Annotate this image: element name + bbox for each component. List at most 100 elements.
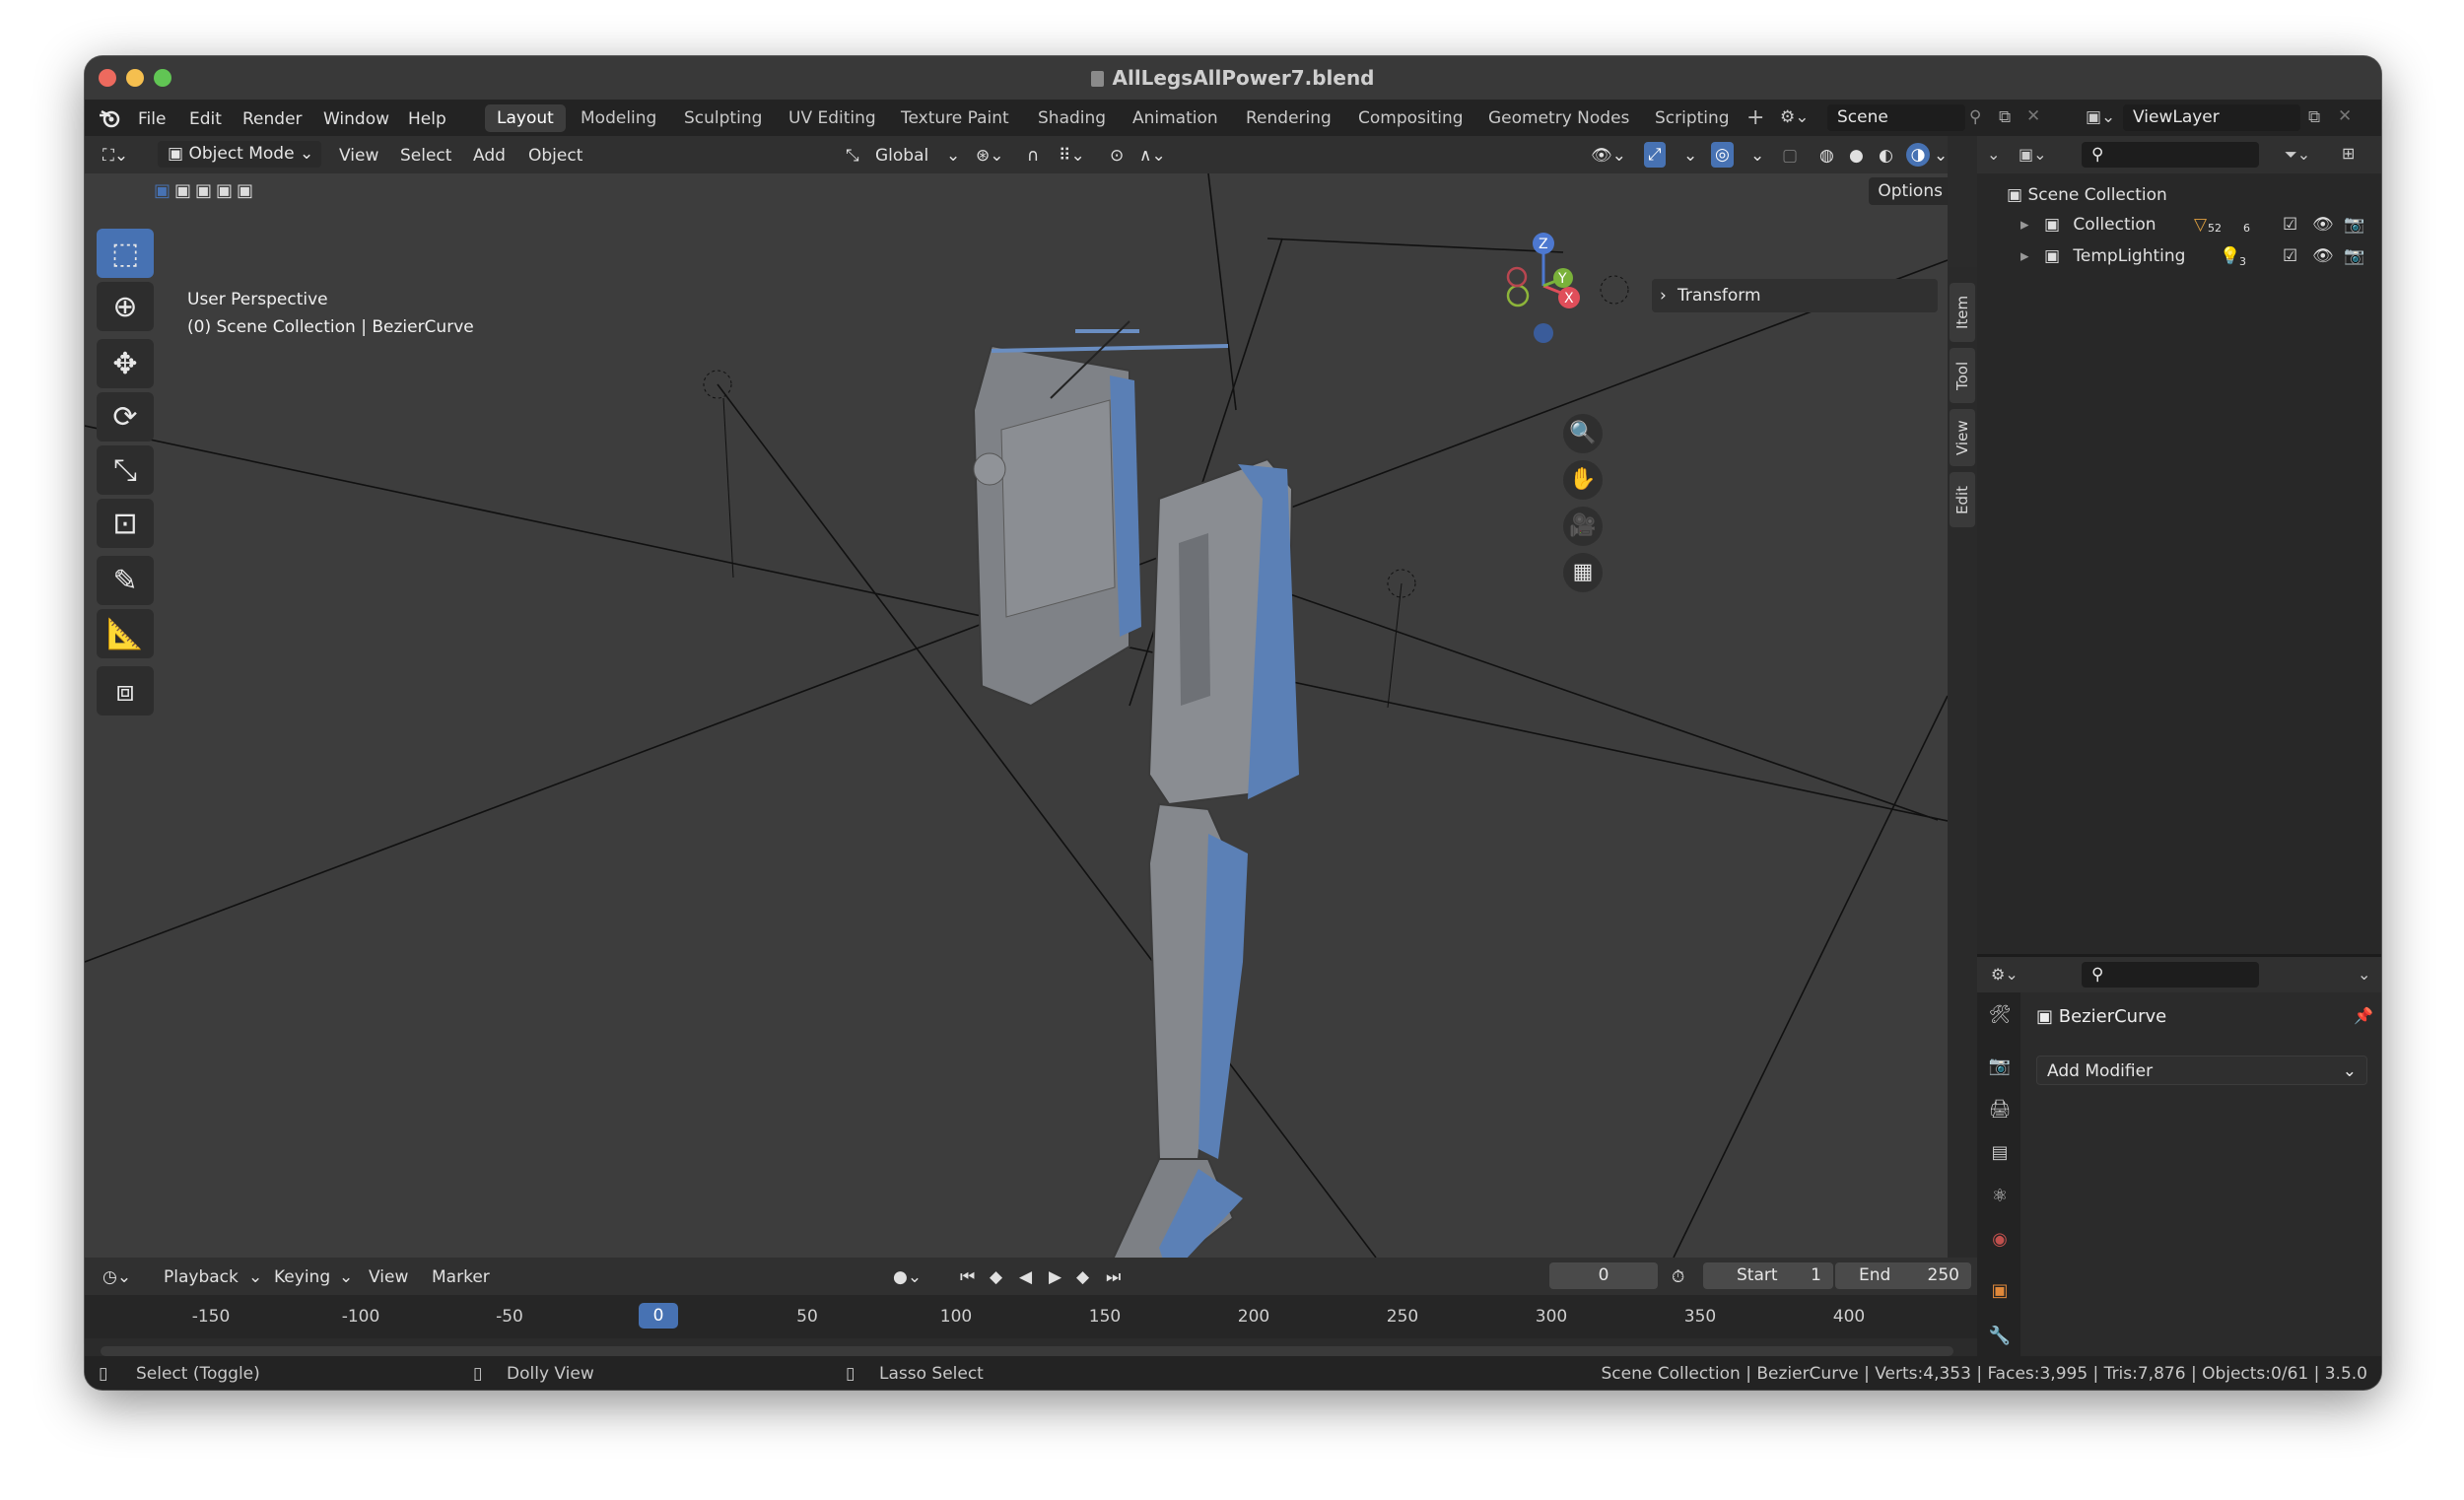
mode-dropdown[interactable]: ▣ Object Mode ⌄ — [158, 141, 321, 168]
snap-grid-icon[interactable]: ⠿⌄ — [1059, 146, 1085, 166]
view-layer-props-icon[interactable]: ▤ — [1987, 1140, 2013, 1166]
tab-item[interactable]: Item — [1950, 283, 1975, 342]
scale-tool[interactable]: ⤡ — [97, 445, 154, 495]
camera-icon[interactable]: 📷 — [2344, 240, 2364, 272]
menu-playback[interactable]: Playback — [164, 1267, 239, 1287]
viewlayer-icon[interactable]: ▣⌄ — [2086, 107, 2115, 127]
transform-panel-header[interactable]: › Transform — [1652, 279, 1938, 312]
transform-tool[interactable]: ⊡ — [97, 499, 154, 548]
add-cube-tool[interactable]: ⧈ — [97, 666, 154, 716]
menu-edit[interactable]: Edit — [189, 109, 222, 129]
camera-icon[interactable]: 📷 — [2344, 209, 2364, 240]
tab-compositing[interactable]: Compositing — [1346, 104, 1475, 132]
play-icon[interactable]: ▶ — [1049, 1267, 1061, 1287]
snap-icon[interactable]: ∩ — [1027, 146, 1039, 166]
render-props-icon[interactable]: 📷 — [1987, 1054, 2013, 1079]
tab-texture-paint[interactable]: Texture Paint — [889, 104, 1021, 132]
properties-search-input[interactable]: ⚲ — [2082, 962, 2259, 988]
tab-geometry-nodes[interactable]: Geometry Nodes — [1476, 104, 1641, 132]
object-props-icon[interactable]: ▣ — [1987, 1278, 2013, 1304]
overlay-toggle-icon[interactable]: ◎ — [1711, 142, 1734, 168]
timeline-ruler[interactable]: -150 -100 -50 0 50 100 150 200 250 300 3… — [85, 1295, 1977, 1338]
chevron-down-icon[interactable]: ⌄ — [339, 1267, 353, 1287]
clock-editor-icon[interactable]: ◷⌄ — [103, 1267, 131, 1287]
menu-add[interactable]: Add — [473, 146, 506, 166]
outliner-item-collection[interactable]: ▸ ▣ Collection ▽ 52 6 ☑ 👁 📷 — [1977, 209, 2381, 240]
playhead[interactable]: 0 — [639, 1303, 678, 1329]
chevron-down-icon[interactable]: ⌄ — [1934, 146, 1948, 166]
scene-field[interactable]: Scene — [1827, 104, 1965, 131]
falloff-icon[interactable]: ∧⌄ — [1139, 146, 1166, 166]
add-workspace-icon[interactable]: + — [1746, 105, 1764, 130]
cursor-tool[interactable]: ⊕ — [97, 282, 154, 331]
display-mode-icon[interactable]: ▣⌄ — [2019, 145, 2047, 164]
scene-props-icon[interactable]: ⚛ — [1987, 1184, 2013, 1209]
tab-scripting[interactable]: Scripting — [1643, 104, 1742, 132]
move-tool[interactable]: ✥ — [97, 339, 154, 388]
pan-hand-icon[interactable]: ✋ — [1563, 460, 1603, 500]
jump-start-icon[interactable]: ⏮ — [960, 1267, 975, 1287]
new-viewlayer-icon[interactable]: ⧉ — [2308, 107, 2320, 127]
next-keyframe-icon[interactable]: ◆ — [1076, 1267, 1089, 1287]
select-box-tool[interactable]: ⬚ — [97, 229, 154, 278]
chevron-down-icon[interactable]: ⌄ — [1683, 146, 1697, 166]
menu-select[interactable]: Select — [400, 146, 451, 166]
end-frame-field[interactable]: End 250 — [1835, 1262, 1971, 1289]
delete-viewlayer-icon[interactable]: ✕ — [2338, 106, 2352, 126]
world-props-icon[interactable]: ◉ — [1987, 1227, 2013, 1253]
stopwatch-icon[interactable]: ⏱ — [1672, 1267, 1684, 1287]
menu-keying[interactable]: Keying — [274, 1267, 330, 1287]
delete-scene-icon[interactable]: ✕ — [2026, 106, 2040, 126]
camera-view-icon[interactable]: 🎥 — [1563, 507, 1603, 546]
gizmo-toggle-icon[interactable]: ⤢ — [1644, 142, 1666, 168]
minimize-window-button[interactable] — [126, 69, 144, 87]
current-frame-field[interactable]: 0 — [1549, 1262, 1658, 1289]
filter-icon[interactable]: ⏷⌄ — [2285, 145, 2310, 165]
editor-type-icon[interactable]: ⛶⌄ — [103, 146, 128, 166]
timeline-scrollbar[interactable] — [101, 1346, 1953, 1356]
chevron-down-icon[interactable]: ⌄ — [2358, 965, 2370, 984]
new-collection-icon[interactable]: ⊞ — [2342, 144, 2355, 163]
visibility-icon[interactable]: 👁⌄ — [1591, 146, 1626, 166]
add-modifier-dropdown[interactable]: Add Modifier ⌄ — [2036, 1056, 2367, 1085]
menu-window[interactable]: Window — [323, 109, 389, 129]
tab-edit[interactable]: Edit — [1950, 472, 1975, 527]
pivot-icon[interactable]: ⊛⌄ — [976, 146, 1004, 166]
3d-viewport[interactable]: ▣▣▣▣▣ Options ⌄ — [85, 173, 1948, 1258]
ortho-grid-icon[interactable]: ▦ — [1563, 553, 1603, 592]
material-shading-icon[interactable]: ◐ — [1879, 146, 1893, 166]
jump-end-icon[interactable]: ⏭ — [1106, 1267, 1121, 1287]
tab-layout[interactable]: Layout — [485, 104, 566, 132]
tab-tool[interactable]: Tool — [1950, 348, 1975, 403]
tab-rendering[interactable]: Rendering — [1234, 104, 1343, 132]
rendered-shading-icon[interactable]: ◑ — [1906, 143, 1930, 167]
transform-orientation-icon[interactable]: ⤡ — [846, 146, 859, 166]
eye-icon[interactable]: 👁 — [2312, 240, 2334, 272]
tab-uv-editing[interactable]: UV Editing — [777, 104, 888, 132]
pin-icon[interactable]: 📌 — [2354, 1006, 2373, 1025]
measure-tool[interactable]: 📐 — [97, 609, 154, 658]
tab-shading[interactable]: Shading — [1026, 104, 1118, 132]
output-props-icon[interactable]: 🖨 — [1987, 1097, 2013, 1123]
axis-gizmo[interactable]: Z X Y — [1484, 227, 1603, 355]
blender-logo-icon[interactable] — [99, 108, 120, 128]
zoom-window-button[interactable] — [154, 69, 171, 87]
menu-render[interactable]: Render — [242, 109, 303, 129]
disclosure-triangle-icon[interactable]: ▸ — [2020, 246, 2029, 266]
annotate-tool[interactable]: ✎ — [97, 556, 154, 605]
eye-icon[interactable]: 👁 — [2312, 209, 2334, 240]
properties-editor-icon[interactable]: ⚙⌄ — [1991, 965, 2019, 984]
tab-modeling[interactable]: Modeling — [569, 104, 668, 132]
prev-keyframe-icon[interactable]: ◆ — [990, 1267, 1002, 1287]
tab-sculpting[interactable]: Sculpting — [672, 104, 774, 132]
chevron-down-icon[interactable]: ⌄ — [248, 1267, 262, 1287]
checkbox-icon[interactable]: ☑ — [2283, 240, 2297, 272]
wireframe-shading-icon[interactable]: ◍ — [1819, 146, 1834, 166]
menu-view[interactable]: View — [369, 1267, 408, 1287]
xray-icon[interactable]: ▢ — [1782, 146, 1798, 166]
disclosure-triangle-icon[interactable]: ▸ — [2020, 215, 2029, 235]
pin-icon[interactable]: ⚲ — [1969, 107, 1981, 127]
outliner-item-templighting[interactable]: ▸ ▣ TempLighting 💡 3 ☑ 👁 📷 — [1977, 240, 2381, 272]
checkbox-icon[interactable]: ☑ — [2283, 209, 2297, 240]
viewlayer-field[interactable]: ViewLayer — [2123, 104, 2300, 131]
